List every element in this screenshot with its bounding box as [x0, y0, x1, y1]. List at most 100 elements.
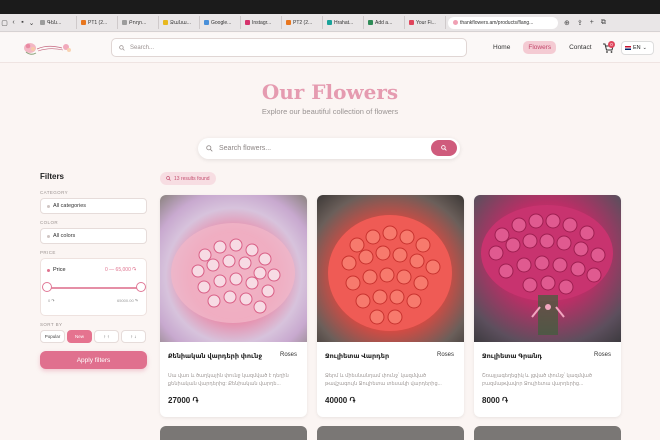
price-slider-track[interactable]: [47, 287, 141, 289]
product-category: Roses: [436, 352, 454, 358]
share-icon[interactable]: ⇪: [577, 19, 583, 27]
browser-tab-strip: ▢ ‹ ▪ ⌄ Գեն... PT1 (2... Բողո... Ձանա...…: [0, 14, 660, 32]
tab-favicon: [409, 20, 414, 25]
price-range-text: 0 — 65,000 ֏: [105, 267, 136, 273]
product-image[interactable]: [317, 195, 464, 342]
language-selector[interactable]: EN ⌄: [621, 41, 654, 55]
apply-filters-button[interactable]: Apply filters: [40, 351, 147, 369]
product-image[interactable]: [474, 195, 621, 342]
price-max-value: 65000.00 ֏: [117, 298, 138, 303]
site-icon: [453, 20, 458, 25]
nav-flowers[interactable]: Flowers: [523, 41, 557, 54]
product-description: Շռայլագեղեցիկ և լցված փունջ՝ կազմված բազ…: [482, 373, 592, 387]
tab-favicon: [81, 20, 86, 25]
browser-tab[interactable]: PT1 (2...: [77, 16, 118, 29]
browser-tab[interactable]: PT2 (2...: [282, 16, 323, 29]
product-category: Roses: [279, 352, 297, 358]
filters-title: Filters: [40, 172, 65, 181]
tab-favicon: [122, 20, 127, 25]
sort-price-asc-button[interactable]: ↑ ↑: [94, 330, 119, 343]
main-nav: Home Flowers Contact: [488, 41, 597, 54]
flag-icon: [625, 46, 631, 50]
product-price: 27000 ֏: [168, 396, 199, 405]
brand-logo[interactable]: [22, 37, 74, 59]
sort-options: Popular New ↑ ↑ ↑ ↓: [40, 330, 150, 343]
product-card-partial[interactable]: [160, 426, 307, 440]
browser-tab[interactable]: Գեն...: [36, 16, 77, 29]
tab-favicon: [368, 20, 373, 25]
product-description: Ջերմ և միեսնանդամ փունջ՝ կազմված թավշագո…: [325, 373, 442, 387]
product-name[interactable]: Ջուլիետա Վարդեր: [325, 352, 389, 360]
price-max-handle[interactable]: [136, 282, 146, 292]
product-image[interactable]: [160, 195, 307, 342]
product-card[interactable]: Ջուլիետա Վարդեր Roses Ջերմ և միեսնանդամ …: [317, 195, 464, 417]
tab-favicon: [163, 20, 168, 25]
product-card[interactable]: Ջուլիետա Գրանդ Roses Շռայլագեղեցիկ և լցվ…: [474, 195, 621, 417]
category-select[interactable]: All categories: [40, 198, 147, 214]
url-bar[interactable]: thankflowers.am/products/flang...: [448, 16, 558, 29]
color-select[interactable]: All colors: [40, 228, 147, 244]
tab-favicon: [204, 20, 209, 25]
header-search-input[interactable]: Search...: [111, 38, 467, 57]
browser-tab[interactable]: Add a...: [364, 16, 405, 29]
bouquet-illustration: [328, 215, 452, 331]
product-price: 8000 ֏: [482, 396, 508, 405]
flower-search-input[interactable]: Search flowers...: [198, 138, 460, 159]
product-name[interactable]: Ջուլիետա Գրանդ: [482, 352, 542, 360]
price-dot-icon: [47, 268, 50, 272]
product-card-partial[interactable]: [474, 426, 621, 440]
browser-tab[interactable]: Your Fi...: [405, 16, 446, 29]
product-description: Սա վառ և ծաղկային փունջ կազմված է դեղին …: [168, 373, 289, 387]
browser-tab[interactable]: Ձանա...: [159, 16, 200, 29]
tab-favicon: [40, 20, 45, 25]
browser-tab[interactable]: Google...: [200, 16, 241, 29]
color-label: COLOR: [40, 220, 59, 225]
bouquet-illustration: [171, 223, 295, 323]
price-label: PRICE: [40, 250, 56, 255]
bullet-icon: [47, 204, 50, 208]
sidebar-toggle-icon[interactable]: ▢: [0, 19, 9, 27]
filters-panel: Filters CATEGORY All categories COLOR Al…: [40, 172, 150, 369]
search-button[interactable]: [431, 140, 457, 156]
search-icon: [206, 145, 213, 152]
download-icon[interactable]: ⊕: [564, 19, 570, 27]
sort-new-button[interactable]: New: [67, 330, 92, 343]
nav-home[interactable]: Home: [488, 41, 515, 54]
sort-price-desc-button[interactable]: ↑ ↓: [121, 330, 146, 343]
product-price: 40000 ֏: [325, 396, 356, 405]
price-filter: Price 0 — 65,000 ֏ 0 ֏ 65000.00 ֏: [40, 258, 147, 316]
browser-tab[interactable]: Բողո...: [118, 16, 159, 29]
product-category: Roses: [593, 352, 611, 358]
sort-label: SORT BY: [40, 322, 63, 327]
bouquet-illustration: [481, 205, 613, 335]
search-icon: [166, 176, 171, 181]
page-title: Our Flowers: [261, 80, 399, 104]
product-name[interactable]: Քենիական վարդերի փունջ: [168, 352, 262, 360]
os-menu-bar: [0, 0, 660, 14]
product-card[interactable]: Քենիական վարդերի փունջ Roses Սա վառ և ծա…: [160, 195, 307, 417]
page-subtitle: Explore our beautiful collection of flow…: [261, 107, 399, 116]
search-icon: [441, 145, 447, 151]
tab-search-icon[interactable]: ⌄: [27, 19, 36, 27]
tab-list-icon[interactable]: ▪: [18, 19, 27, 26]
tab-back-icon[interactable]: ‹: [9, 19, 18, 26]
new-tab-icon[interactable]: +: [590, 19, 594, 27]
bullet-icon: [47, 234, 50, 238]
browser-tab[interactable]: Instagr...: [241, 16, 282, 29]
results-count-badge: 13 results found: [160, 172, 216, 185]
tab-favicon: [286, 20, 291, 25]
site-header: Search... Home Flowers Contact 0 EN ⌄: [0, 33, 660, 63]
tab-overview-icon[interactable]: ⧉: [601, 19, 606, 27]
price-min-value: 0 ֏: [48, 298, 55, 303]
nav-contact[interactable]: Contact: [564, 41, 596, 54]
price-min-handle[interactable]: [42, 282, 52, 292]
chevron-down-icon: ⌄: [642, 45, 647, 51]
category-label: CATEGORY: [40, 190, 69, 195]
cart-count-badge: 0: [608, 41, 615, 48]
browser-tab[interactable]: Hrahat...: [323, 16, 364, 29]
product-card-partial[interactable]: [317, 426, 464, 440]
search-icon: [119, 44, 125, 51]
tab-favicon: [327, 20, 332, 25]
sort-popular-button[interactable]: Popular: [40, 330, 65, 343]
tab-favicon: [245, 20, 250, 25]
